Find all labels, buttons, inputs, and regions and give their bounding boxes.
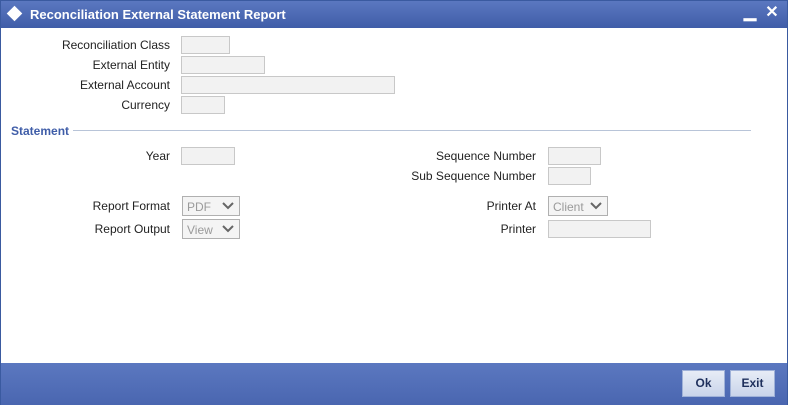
report-format-label: Report Format [92,199,170,213]
exit-button[interactable]: Exit [730,370,775,397]
reconciliation-class-label: Reconciliation Class [61,38,170,52]
sequence-number-label: Sequence Number [435,149,536,163]
year-field[interactable] [181,147,235,165]
chevron-down-icon [222,202,234,210]
title-bar[interactable]: Reconciliation External Statement Report… [1,1,787,28]
printer-label: Printer [500,222,536,236]
statement-section-title: Statement [11,124,70,138]
window-title: Reconciliation External Statement Report [30,7,286,22]
currency-label: Currency [121,98,170,112]
footer-bar: Ok Exit [1,363,787,405]
minimize-icon[interactable]: ▁ [741,4,759,22]
currency-field[interactable] [181,96,225,114]
sequence-number-field[interactable] [548,147,601,165]
external-account-field[interactable] [181,76,395,94]
year-label: Year [145,149,170,163]
external-account-label: External Account [79,78,170,92]
reconciliation-class-field[interactable] [181,36,230,54]
printer-at-value: Client [553,200,584,214]
window-diamond-icon [6,5,23,22]
printer-at-label: Printer At [486,199,536,213]
chevron-down-icon [222,225,234,233]
report-format-select[interactable]: PDF [182,196,240,216]
printer-at-select[interactable]: Client [548,196,608,216]
report-output-label: Report Output [94,222,170,236]
statement-divider [73,130,751,131]
report-output-value: View [187,223,213,237]
external-entity-label: External Entity [92,58,170,72]
sub-sequence-number-field[interactable] [548,167,591,185]
report-output-select[interactable]: View [182,219,240,239]
report-format-value: PDF [187,200,211,214]
report-window: Reconciliation External Statement Report… [0,0,788,405]
printer-field[interactable] [548,220,651,238]
external-entity-field[interactable] [181,56,265,74]
ok-button[interactable]: Ok [682,370,725,397]
close-icon[interactable]: ✕ [763,4,781,22]
chevron-down-icon [590,202,602,210]
sub-sequence-number-label: Sub Sequence Number [411,169,536,183]
